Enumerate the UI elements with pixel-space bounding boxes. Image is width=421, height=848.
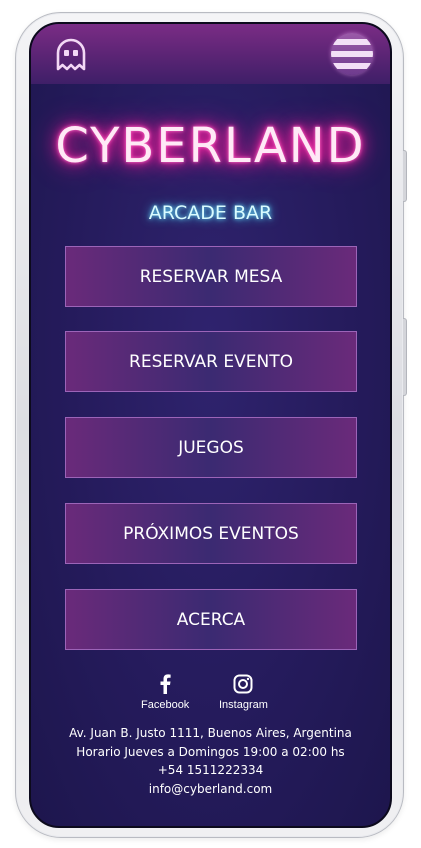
instagram-icon: [233, 674, 253, 694]
reservar-mesa-button[interactable]: RESERVAR MESA: [65, 246, 357, 307]
phone-text[interactable]: +54 1511222334: [31, 761, 390, 780]
proximos-eventos-button[interactable]: PRÓXIMOS EVENTOS: [65, 503, 357, 564]
brand-subtitle: ARCADE BAR: [148, 202, 273, 224]
address-text: Av. Juan B. Justo 1111, Buenos Aires, Ar…: [69, 726, 352, 740]
facebook-icon: [160, 674, 171, 694]
brand-title: CYBERLAND: [55, 118, 366, 174]
facebook-label: Facebook: [141, 699, 190, 711]
hours-text: Horario Jueves a Domingos 19:00 a 02:00 …: [76, 744, 345, 759]
juegos-button[interactable]: JUEGOS: [65, 417, 357, 478]
ghost-icon[interactable]: [55, 38, 87, 72]
app-screen: CYBERLAND ARCADE BAR RESERVAR MESA RESER…: [29, 22, 392, 828]
acerca-button[interactable]: ACERCA: [65, 589, 357, 650]
facebook-link[interactable]: Facebook: [141, 674, 189, 711]
reservar-evento-button[interactable]: RESERVAR EVENTO: [65, 331, 357, 392]
instagram-link[interactable]: Instagram: [219, 674, 268, 711]
instagram-label: Instagram: [219, 699, 268, 711]
phone-side-button: [403, 318, 407, 396]
phone-side-button: [403, 150, 407, 202]
hamburger-menu-icon[interactable]: [331, 33, 373, 75]
email-text[interactable]: info@cyberland.com: [31, 780, 390, 799]
top-bar: [31, 24, 390, 84]
footer-info: Av. Juan B. Justo 1111, Buenos Aires, Ar…: [31, 724, 390, 798]
